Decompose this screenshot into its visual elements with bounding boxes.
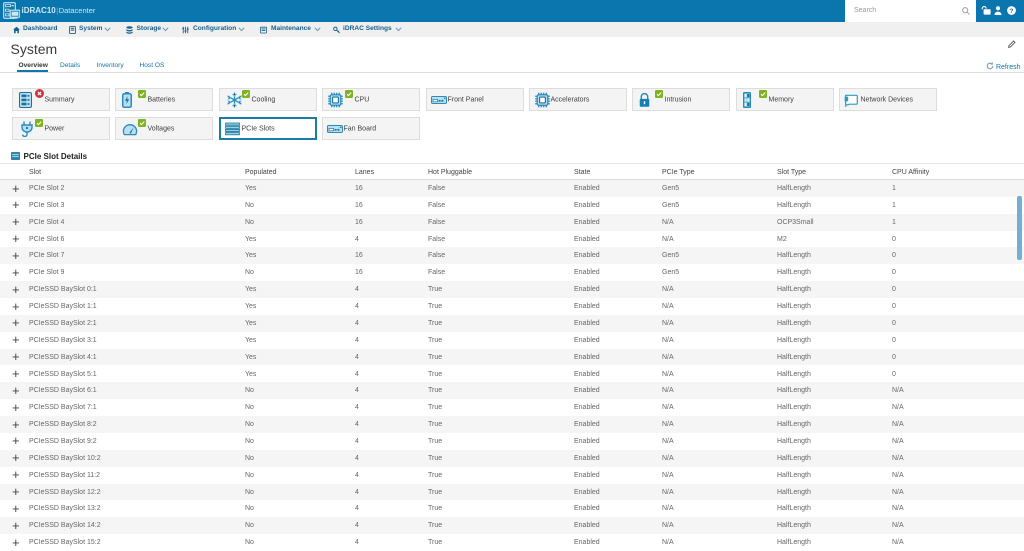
svg-text:?: ? bbox=[1010, 8, 1014, 15]
